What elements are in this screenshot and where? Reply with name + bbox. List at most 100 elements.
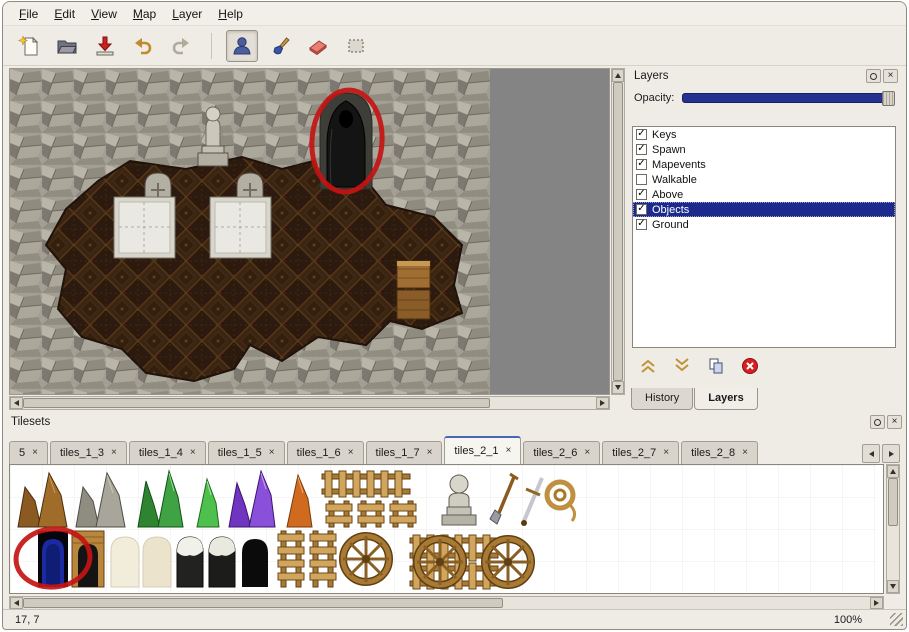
menu-edit[interactable]: Edit <box>46 4 83 24</box>
tileset-vertical-scrollbar[interactable] <box>886 464 900 594</box>
layer-row-mapevents[interactable]: Mapevents <box>633 157 895 172</box>
tileset-tab[interactable]: tiles_2_7 × <box>602 441 679 464</box>
tileset-tab[interactable]: tiles_1_6 × <box>287 441 364 464</box>
menu-view[interactable]: View <box>83 4 125 24</box>
window-resize-grip[interactable] <box>890 613 903 626</box>
tile-wagon-wheel[interactable] <box>417 539 463 585</box>
scroll-up-button[interactable] <box>612 69 624 82</box>
duplicate-layer-button[interactable] <box>702 355 729 376</box>
save-file-button[interactable] <box>89 30 121 62</box>
map-viewport[interactable] <box>9 68 610 395</box>
panel-detach-button[interactable] <box>870 415 885 429</box>
opacity-slider[interactable] <box>682 93 894 103</box>
open-file-button[interactable] <box>51 30 83 62</box>
layer-row-ground[interactable]: Ground <box>633 217 895 232</box>
layer-row-spawn[interactable]: Spawn <box>633 142 895 157</box>
scroll-left-button[interactable] <box>10 597 23 609</box>
tileset-canvas[interactable] <box>10 465 876 593</box>
scrollbar-thumb[interactable] <box>888 478 898 526</box>
layer-visibility-checkbox[interactable] <box>636 204 647 215</box>
tileset-tile-blue-door[interactable] <box>38 531 68 587</box>
panel-close-button[interactable]: × <box>883 69 898 83</box>
undo-button[interactable] <box>127 30 159 62</box>
duplicate-layer-icon <box>707 357 725 375</box>
tab-close-icon[interactable]: × <box>505 446 511 456</box>
tileset-tab[interactable]: 5 × <box>9 441 48 464</box>
panel-detach-button[interactable] <box>866 69 881 83</box>
menu-layer[interactable]: Layer <box>164 4 210 24</box>
tile-wagon-wheel[interactable] <box>343 536 389 582</box>
tileset-tab[interactable]: tiles_1_3 × <box>50 441 127 464</box>
tab-close-icon[interactable]: × <box>663 448 669 458</box>
tab-close-icon[interactable]: × <box>584 448 590 458</box>
tileset-tab[interactable]: tiles_2_6 × <box>523 441 600 464</box>
layer-visibility-checkbox[interactable] <box>636 219 647 230</box>
scroll-down-button[interactable] <box>887 580 899 593</box>
panel-close-button[interactable]: × <box>887 415 902 429</box>
tileset-canvas-area[interactable] <box>9 464 884 594</box>
scroll-down-button[interactable] <box>612 381 624 394</box>
delete-layer-button[interactable] <box>736 355 763 376</box>
menu-help[interactable]: Help <box>210 4 251 24</box>
selection-tool-button[interactable] <box>340 30 372 62</box>
tab-close-icon[interactable]: × <box>348 448 354 458</box>
tabs-scroll-left-button[interactable] <box>862 444 880 463</box>
tab-layers[interactable]: Layers <box>694 388 757 410</box>
tab-label: tiles_1_3 <box>60 447 104 459</box>
tabs-scroll-right-button[interactable] <box>882 444 900 463</box>
tileset-tab[interactable]: tiles_1_7 × <box>366 441 443 464</box>
layer-visibility-checkbox[interactable] <box>636 189 647 200</box>
layer-row-walkable[interactable]: Walkable <box>633 172 895 187</box>
raise-layer-button[interactable] <box>634 355 661 376</box>
tileset-horizontal-scrollbar[interactable] <box>9 596 884 610</box>
menu-map[interactable]: Map <box>125 4 164 24</box>
close-icon: × <box>892 417 898 427</box>
tile-black-arch[interactable] <box>242 539 268 587</box>
tab-close-icon[interactable]: × <box>269 448 275 458</box>
tab-close-icon[interactable]: × <box>32 448 38 458</box>
redo-button[interactable] <box>165 30 197 62</box>
map-canvas[interactable] <box>10 69 490 394</box>
layer-row-keys[interactable]: Keys <box>633 127 895 142</box>
redo-icon <box>170 35 192 57</box>
menu-file[interactable]: File <box>11 4 46 24</box>
map-horizontal-scrollbar[interactable] <box>9 396 610 410</box>
layer-visibility-checkbox[interactable] <box>636 159 647 170</box>
layer-visibility-checkbox[interactable] <box>636 144 647 155</box>
map-vertical-scrollbar[interactable] <box>611 68 625 395</box>
toolbar <box>3 26 906 66</box>
arrow-left-icon <box>14 600 19 606</box>
tileset-tab[interactable]: tiles_1_4 × <box>129 441 206 464</box>
tileset-tab[interactable]: tiles_2_8 × <box>681 441 758 464</box>
layer-row-objects[interactable]: Objects <box>633 202 895 217</box>
eraser-tool-icon <box>307 35 329 57</box>
tileset-tab[interactable]: tiles_2_1 × <box>444 436 521 464</box>
scroll-left-button[interactable] <box>10 397 23 409</box>
tab-close-icon[interactable]: × <box>427 448 433 458</box>
new-file-button[interactable] <box>13 30 45 62</box>
lower-layer-button[interactable] <box>668 355 695 376</box>
app-window: File Edit View Map Layer Help <box>2 1 907 630</box>
layers-panel-header: Layers × <box>628 68 900 86</box>
statusbar: 17, 7 100% <box>3 609 906 629</box>
scroll-right-button[interactable] <box>596 397 609 409</box>
layer-label: Spawn <box>652 144 686 156</box>
tab-close-icon[interactable]: × <box>190 448 196 458</box>
tab-history[interactable]: History <box>631 388 693 410</box>
layer-visibility-checkbox[interactable] <box>636 129 647 140</box>
scroll-right-button[interactable] <box>870 597 883 609</box>
brush-tool-button[interactable] <box>264 30 296 62</box>
opacity-slider-handle[interactable] <box>882 91 895 106</box>
eraser-tool-button[interactable] <box>302 30 334 62</box>
scrollbar-thumb[interactable] <box>613 82 623 381</box>
scroll-up-button[interactable] <box>887 465 899 478</box>
tab-close-icon[interactable]: × <box>742 448 748 458</box>
scrollbar-thumb[interactable] <box>23 598 503 608</box>
stamp-tool-button[interactable] <box>226 30 258 62</box>
tab-close-icon[interactable]: × <box>111 448 117 458</box>
layer-row-above[interactable]: Above <box>633 187 895 202</box>
tileset-tab[interactable]: tiles_1_5 × <box>208 441 285 464</box>
tile-wagon-wheel[interactable] <box>485 539 531 585</box>
scrollbar-thumb[interactable] <box>23 398 490 408</box>
layer-visibility-checkbox[interactable] <box>636 174 647 185</box>
